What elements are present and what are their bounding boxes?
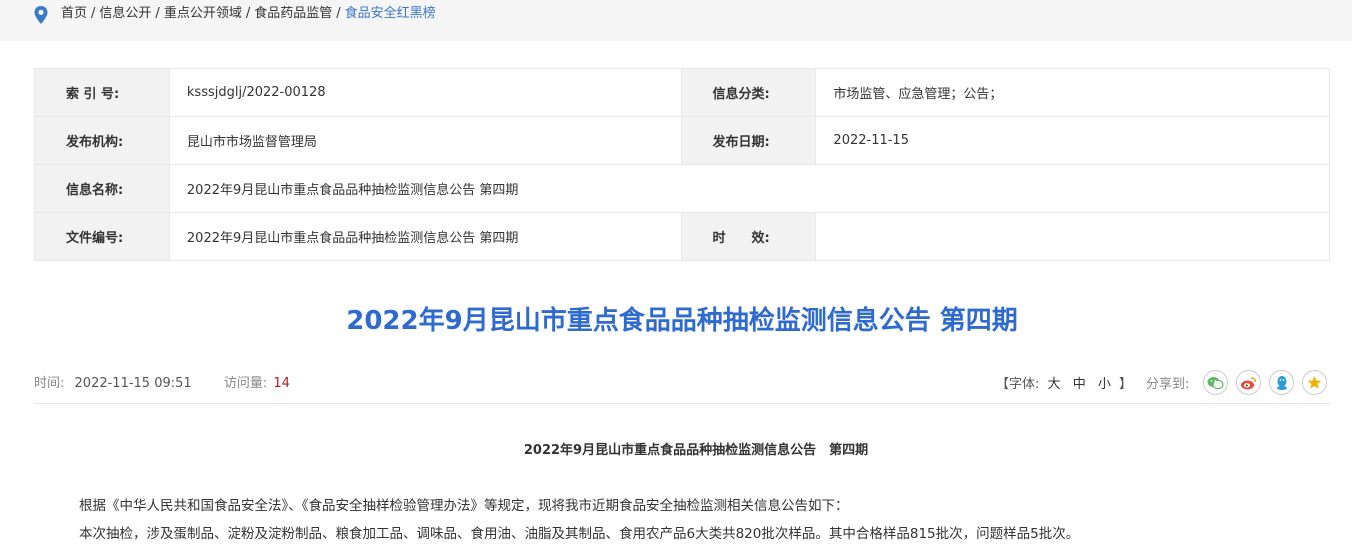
share-wechat-button[interactable] (1203, 370, 1228, 395)
index-number-value: ksssjdglj/2022-00128 (168, 68, 682, 117)
share-qzone-button[interactable] (1302, 370, 1327, 395)
category-label: 信息分类: (680, 68, 817, 117)
meta-row: 文件编号: 2022年9月昆山市重点食品品种抽检监测信息公告 第四期 时 效: (34, 212, 1330, 261)
article-meta: 时间: 2022-11-15 09:51 访问量: 14 (34, 372, 290, 391)
weibo-icon (1241, 376, 1257, 389)
article-info-bar: 时间: 2022-11-15 09:51 访问量: 14 【字体: 大 中 小 … (34, 370, 1330, 395)
share-qq-button[interactable] (1269, 370, 1294, 395)
breadcrumb-separator: / (91, 6, 96, 21)
font-size-close: 】 (1119, 377, 1133, 392)
publish-date-label: 发布日期: (680, 116, 817, 165)
time-label: 时间: (34, 376, 65, 391)
breadcrumb-info-public[interactable]: 信息公开 (99, 6, 151, 21)
body-title: 2022年9月昆山市重点食品品种抽检监测信息公告 第四期 (523, 443, 869, 458)
publish-date-value: 2022-11-15 (815, 116, 1330, 165)
meta-row: 发布机构: 昆山市市场监督管理局 发布日期: 2022-11-15 (34, 116, 1330, 165)
breadcrumb-current[interactable]: 食品安全红黑榜 (345, 6, 436, 21)
meta-info-table: 索 引 号: ksssjdglj/2022-00128 信息分类: 市场监管、应… (34, 68, 1331, 261)
doc-number-value: 2022年9月昆山市重点食品品种抽检监测信息公告 第四期 (168, 212, 682, 261)
body-paragraph: 本次抽检，涉及蛋制品、淀粉及淀粉制品、粮食加工品、调味品、食用油、油脂及其制品、… (79, 526, 1080, 542)
article-title: 2022年9月昆山市重点食品品种抽检监测信息公告 第四期 (346, 306, 1018, 336)
location-pin-icon (34, 6, 48, 24)
info-name-label: 信息名称: (34, 164, 170, 213)
views-label: 访问量: (223, 376, 268, 391)
publisher-value: 昆山市市场监督管理局 (168, 116, 682, 165)
font-small-button[interactable]: 小 (1098, 377, 1111, 392)
font-medium-button[interactable]: 中 (1073, 377, 1086, 392)
font-size-switcher: 【字体: 大 中 小 】 (996, 373, 1132, 392)
validity-value (815, 212, 1330, 261)
font-large-button[interactable]: 大 (1048, 377, 1061, 392)
divider (34, 403, 1330, 404)
breadcrumb-separator: / (245, 6, 251, 21)
breadcrumb: 首页 / 信息公开 / 重点公开领域 / 食品药品监管 / 食品安全红黑榜 (61, 5, 436, 23)
font-size-open: 【字体: (996, 377, 1040, 392)
meta-row: 信息名称: 2022年9月昆山市重点食品品种抽检监测信息公告 第四期 (34, 164, 1331, 213)
time-value: 2022-11-15 09:51 (74, 376, 192, 391)
breadcrumb-key-areas[interactable]: 重点公开领域 (164, 6, 242, 21)
publisher-label: 发布机构: (34, 116, 170, 165)
views-count: 14 (273, 376, 290, 391)
breadcrumb-home[interactable]: 首页 (61, 6, 87, 21)
wechat-icon (1207, 376, 1224, 389)
breadcrumb-separator: / (155, 6, 160, 21)
info-name-value: 2022年9月昆山市重点食品品种抽检监测信息公告 第四期 (168, 164, 1331, 213)
index-number-label: 索 引 号: (34, 68, 170, 117)
breadcrumb-separator: / (336, 6, 341, 21)
category-value: 市场监管、应急管理；公告； (815, 68, 1330, 117)
share-label: 分享到: (1146, 377, 1190, 392)
body-paragraph: 根据《中华人民共和国食品安全法》、《食品安全抽样检验管理办法》等规定，现将我市近… (79, 498, 849, 514)
breadcrumb-food-drug[interactable]: 食品药品监管 (254, 6, 332, 21)
validity-label: 时 效: (680, 212, 817, 261)
meta-row: 索 引 号: ksssjdglj/2022-00128 信息分类: 市场监管、应… (34, 68, 1330, 117)
share-weibo-button[interactable] (1236, 370, 1261, 395)
qzone-icon (1307, 376, 1322, 389)
doc-number-label: 文件编号: (34, 212, 170, 261)
breadcrumb-bar: 首页 / 信息公开 / 重点公开领域 / 食品药品监管 / 食品安全红黑榜 (0, 0, 1352, 41)
qq-icon (1276, 375, 1287, 390)
